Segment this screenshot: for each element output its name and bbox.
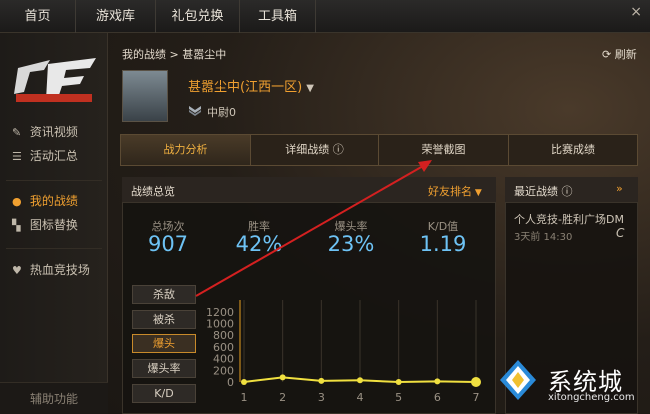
x-tick-label: 4 (357, 391, 364, 404)
sidebar-item-icon-replace[interactable]: ▚ 图标替换 (12, 215, 78, 235)
stat-kd-value: 1.19 (419, 232, 467, 256)
sidebar-item-news-video[interactable]: ✎ 资讯视频 (12, 122, 78, 142)
data-point (318, 377, 325, 384)
top-nav: 首页 游戏库 礼包兑换 工具箱 × (0, 0, 650, 33)
tab-bar: 战力分析 详细战绩 ⓘ 荣誉截图 比赛成绩 (120, 134, 638, 166)
x-tick-label: 5 (395, 391, 402, 404)
nav-toolbox[interactable]: 工具箱 (240, 0, 316, 33)
sidebar-item-label: 活动汇总 (29, 149, 78, 163)
refresh-button[interactable]: ⟳ 刷新 (602, 46, 637, 62)
sidebar-item-my-record[interactable]: ● 我的战绩 (12, 191, 78, 211)
tab-match-results[interactable]: 比赛成绩 (509, 135, 637, 165)
watermark-url: xitongcheng.com (548, 392, 635, 403)
chart-deaths-button[interactable]: 被杀 (132, 310, 196, 329)
heart-icon: ♥ (12, 264, 22, 277)
data-point (357, 377, 363, 384)
y-tick-label: 200 (213, 364, 234, 377)
match-grade: C (616, 226, 625, 240)
nav-game-library[interactable]: 游戏库 (76, 0, 156, 33)
list-icon: ☰ (12, 150, 22, 163)
help-icon: ⓘ (561, 185, 573, 198)
y-tick-label: 0 (227, 376, 234, 389)
nav-home[interactable]: 首页 (0, 0, 76, 33)
breadcrumb: 我的战绩 > 甚嚣尘中 (122, 48, 227, 61)
chart-headshot-button[interactable]: 爆头 (132, 334, 196, 353)
tab-power-analysis[interactable]: 战力分析 (121, 135, 251, 165)
line-chart: 020040060080010001200 1 2 3 4 5 6 7 (206, 300, 481, 404)
help-icon: ⓘ (332, 143, 344, 156)
chart-kills-button[interactable]: 杀敌 (132, 285, 196, 304)
watermark-logo (500, 360, 536, 400)
divider (6, 248, 102, 249)
rank-icon (189, 106, 201, 116)
rank-label: 中尉0 (207, 106, 236, 119)
stat-total-value: 907 (147, 232, 189, 256)
data-point (279, 374, 286, 381)
chevron-down-icon: ▼ (306, 83, 314, 94)
stat-winrate-value: 42% (235, 232, 283, 256)
sidebar-item-arena[interactable]: ♥ 热血竞技场 (12, 260, 90, 280)
x-tick-label: 1 (241, 391, 248, 404)
more-arrow-icon[interactable]: » (616, 182, 623, 195)
shirt-icon: ▚ (12, 219, 21, 232)
recent-title: 最近战绩 ⓘ (514, 185, 573, 198)
player-name-dropdown[interactable]: 甚嚣尘中(江西一区) ▼ (188, 76, 314, 95)
divider (6, 180, 102, 181)
y-tick-label: 800 (213, 329, 234, 342)
match-name[interactable]: 个人竞技-胜利广场DM (514, 211, 624, 227)
data-point (395, 379, 402, 385)
y-tick-label: 1200 (206, 306, 234, 319)
y-tick-label: 600 (213, 341, 234, 354)
data-point (241, 379, 247, 385)
nav-gift-exchange[interactable]: 礼包兑换 (156, 0, 240, 33)
close-icon[interactable]: × (630, 4, 642, 20)
sidebar-item-label: 图标替换 (29, 218, 78, 232)
sidebar-item-label: 资讯视频 (29, 125, 78, 139)
user-icon: ● (12, 195, 22, 208)
friend-rank-dropdown[interactable]: 好友排名 ▼ (428, 183, 482, 199)
avatar (122, 70, 168, 122)
tab-honor-screenshot[interactable]: 荣誉截图 (379, 135, 509, 165)
wrench-icon: ✎ (12, 126, 22, 139)
stat-headshot-value: 23% (327, 232, 375, 256)
y-tick-label: 400 (213, 353, 234, 366)
chevron-down-icon: ▼ (472, 188, 482, 198)
x-tick-label: 7 (473, 391, 480, 404)
sidebar-item-activities[interactable]: ☰ 活动汇总 (12, 146, 78, 166)
data-point (434, 378, 441, 385)
x-tick-label: 6 (434, 391, 441, 404)
y-tick-label: 1000 (206, 318, 234, 331)
sidebar-item-label: 我的战绩 (29, 194, 78, 208)
chart-headshot-rate-button[interactable]: 爆头率 (132, 359, 196, 378)
match-time: 3天前 14:30 (514, 232, 573, 243)
aux-function-button[interactable]: 辅助功能 (0, 382, 108, 414)
x-tick-label: 3 (318, 391, 325, 404)
stats-title: 战绩总览 (131, 185, 175, 198)
tab-detailed-record[interactable]: 详细战绩 ⓘ (251, 135, 379, 165)
x-tick-label: 2 (279, 391, 286, 404)
refresh-icon: ⟳ (602, 48, 615, 61)
sidebar-item-label: 热血竞技场 (29, 263, 90, 277)
cf-logo (14, 58, 96, 102)
data-point (471, 377, 481, 387)
chart-kd-button[interactable]: K/D (132, 384, 196, 403)
